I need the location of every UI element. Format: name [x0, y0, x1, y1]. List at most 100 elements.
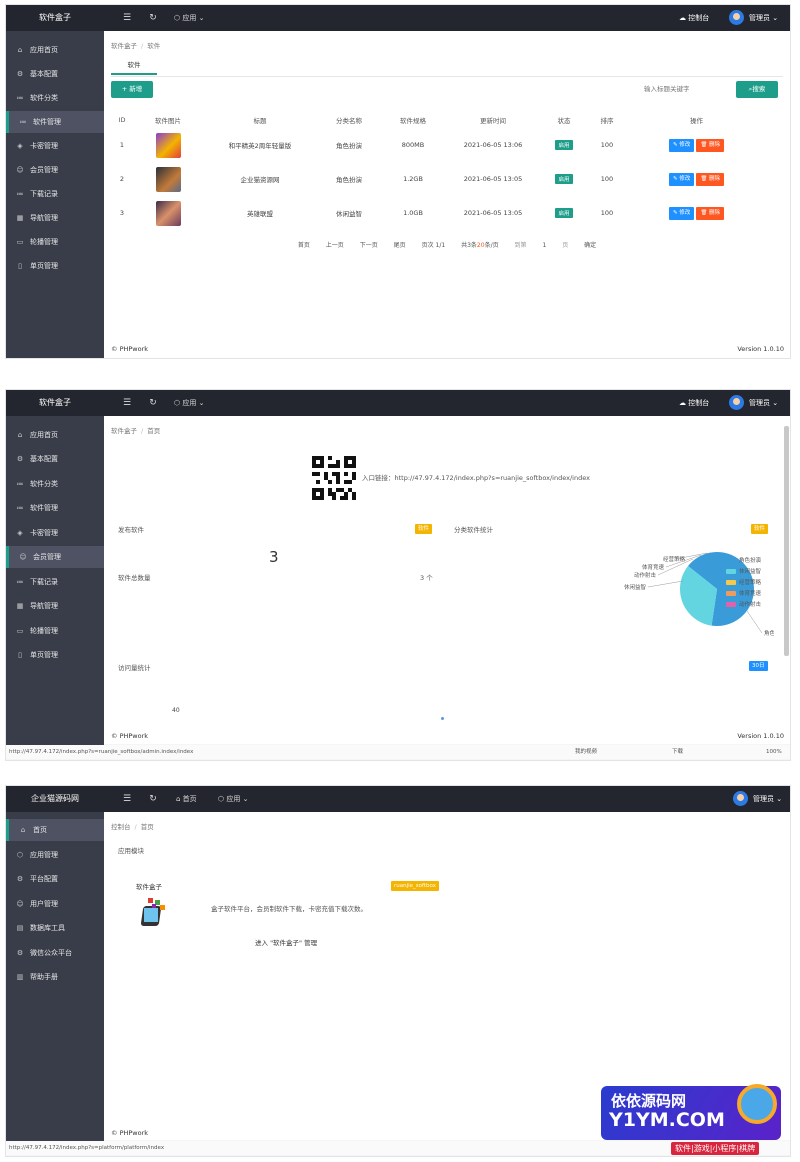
legend-label: 体育竞速: [739, 591, 762, 597]
app-tag-badge: ruanjie_softbox: [391, 881, 439, 891]
entry-link[interactable]: 入口链接：http://47.97.4.172/index.php?s=ruan…: [362, 472, 590, 482]
admin-menu[interactable]: 管理员 ⌄: [753, 786, 782, 812]
sidebar-item-user-manage[interactable]: ☺ 用户管理: [6, 893, 104, 915]
home-icon: ⌂: [176, 795, 183, 803]
enter-app-button[interactable]: 进入 "软件盒子" 管理: [255, 937, 317, 947]
sidebar-item-page[interactable]: ▯ 单页管理: [6, 255, 104, 277]
file-icon: ▯: [18, 651, 22, 659]
refresh-icon[interactable]: ↻: [146, 11, 160, 25]
sidebar-item-app-home[interactable]: ⌂ 应用首页: [6, 424, 104, 446]
zoom-level[interactable]: 100%: [766, 745, 782, 759]
delete-button[interactable]: 🗑 删除: [696, 206, 725, 220]
top-navbar: 软件盒子 ☰ ↻ ⬡ 应用 ⌄ ☁ 控制台 管理员 ⌄: [6, 5, 790, 31]
pie-label: 体育竞速: [642, 563, 665, 571]
sidebar-item-nav[interactable]: ▦ 导航管理: [6, 595, 104, 617]
add-button[interactable]: + 新增: [111, 81, 153, 98]
refresh-icon[interactable]: ↻: [146, 792, 160, 806]
app-menu[interactable]: ⬡ 应用 ⌄: [174, 390, 204, 416]
legend-swatch: [726, 569, 736, 574]
brand-title: 软件盒子: [39, 398, 71, 407]
search-input[interactable]: 输入标题关键字: [640, 81, 728, 98]
legend-label: 角色扮演: [739, 558, 762, 564]
sidebar-item-member[interactable]: ☺ 会员管理: [6, 546, 104, 568]
sidebar-item-app-manage[interactable]: ⬡ 应用管理: [6, 844, 104, 866]
menu-toggle-icon[interactable]: ☰: [120, 396, 134, 410]
avatar[interactable]: [733, 791, 748, 806]
sidebar-item-basic-config[interactable]: ⚙ 基本配置: [6, 63, 104, 85]
page-go-button[interactable]: 确定: [584, 242, 596, 249]
page-next[interactable]: 下一页: [360, 242, 378, 249]
sidebar-item-wechat[interactable]: ⚙ 微信公众平台: [6, 942, 104, 964]
page-last[interactable]: 尾页: [394, 242, 406, 249]
image-icon: ▭: [16, 238, 24, 246]
scrollbar[interactable]: [784, 426, 789, 656]
admin-menu[interactable]: 管理员 ⌄: [749, 5, 778, 31]
top-navbar: 企业猫源码网 ☰ ↻ ⌂ 首页 ⬡ 应用 ⌄ 管理员 ⌄: [6, 786, 790, 812]
home-icon: ⌂: [17, 46, 23, 54]
legend-item[interactable]: 角色扮演: [726, 556, 761, 564]
status-url: http://47.97.4.172/index.php?s=ruanjie_s…: [9, 749, 194, 755]
my-video-button[interactable]: 我的视频: [575, 745, 597, 759]
sidebar-item-carousel[interactable]: ▭ 轮播管理: [6, 231, 104, 253]
status-badge[interactable]: 启用: [555, 140, 573, 150]
delete-button[interactable]: 🗑 删除: [696, 172, 725, 186]
status-badge[interactable]: 启用: [555, 174, 573, 184]
sidebar-item-category[interactable]: ≔ 软件分类: [6, 473, 104, 495]
edit-button[interactable]: ✎ 修改: [668, 138, 695, 152]
sidebar-item-card[interactable]: ◈ 卡密管理: [6, 135, 104, 157]
admin-menu[interactable]: 管理员 ⌄: [749, 390, 778, 416]
app-menu[interactable]: ⬡ 应用 ⌄: [174, 5, 204, 31]
pie-label-line: [746, 610, 763, 634]
sidebar-item-software[interactable]: ≔ 软件管理: [6, 497, 104, 519]
sidebar-item-card[interactable]: ◈ 卡密管理: [6, 522, 104, 544]
sidebar-item-page[interactable]: ▯ 单页管理: [6, 644, 104, 666]
refresh-icon[interactable]: ↻: [146, 396, 160, 410]
console-link[interactable]: ☁ 控制台: [679, 390, 709, 416]
sidebar-item-database[interactable]: ▤ 数据库工具: [6, 917, 104, 939]
app-menu[interactable]: ⬡ 应用 ⌄: [218, 786, 248, 812]
sidebar-item-home[interactable]: ⌂ 首页: [6, 819, 104, 841]
page-first[interactable]: 首页: [298, 242, 310, 249]
sidebar-item-download[interactable]: ≔ 下载记录: [6, 183, 104, 205]
legend-item[interactable]: 体育竞速: [726, 589, 761, 597]
delete-button[interactable]: 🗑 删除: [696, 138, 725, 152]
tab-software[interactable]: 软件: [111, 57, 157, 75]
sidebar-item-nav[interactable]: ▦ 导航管理: [6, 207, 104, 229]
sidebar-item-category[interactable]: ≔ 软件分类: [6, 87, 104, 109]
menu-toggle-icon[interactable]: ☰: [120, 792, 134, 806]
avatar[interactable]: [729, 10, 744, 25]
sidebar-item-download[interactable]: ≔ 下载记录: [6, 571, 104, 593]
console-link[interactable]: ☁ 控制台: [679, 5, 709, 31]
home-link[interactable]: ⌂ 首页: [176, 786, 197, 812]
menu-toggle-icon[interactable]: ☰: [120, 11, 134, 25]
user-icon: ☺: [16, 166, 24, 174]
watermark-logo: 依依源码网 Y1YM.COM 软件|游戏|小程序|棋牌: [595, 1080, 795, 1160]
list-icon: ≔: [19, 118, 27, 126]
sidebar-item-software[interactable]: ≔ 软件管理: [6, 111, 104, 133]
avatar[interactable]: [729, 395, 744, 410]
page-prev[interactable]: 上一页: [326, 242, 344, 249]
sidebar-item-app-home[interactable]: ⌂ 应用首页: [6, 39, 104, 61]
sidebar: ⌂ 应用首页 ⚙ 基本配置 ≔ 软件分类 ≔ 软件管理 ◈ 卡密管理 ☺ 会员管理 ≔ 下载记…: [6, 416, 104, 746]
search-button[interactable]: ⌕搜索: [736, 81, 778, 98]
status-badge[interactable]: 启用: [555, 208, 573, 218]
sidebar: ⌂ 应用首页 ⚙ 基本配置 ≔ 软件分类 ≔ 软件管理 ◈ 卡密管理 ☺ 会员管理 ≔ 下载记…: [6, 31, 104, 358]
sidebar-item-carousel[interactable]: ▭ 轮播管理: [6, 620, 104, 642]
visit-badge: 30日: [749, 661, 768, 671]
download-button[interactable]: 下载: [672, 745, 683, 759]
sidebar-item-platform-config[interactable]: ⚙ 平台配置: [6, 868, 104, 890]
edit-button[interactable]: ✎ 修改: [668, 172, 695, 186]
edit-button[interactable]: ✎ 修改: [668, 206, 695, 220]
publish-badge: 软件: [415, 524, 433, 534]
sidebar-item-member[interactable]: ☺ 会员管理: [6, 159, 104, 181]
legend-item[interactable]: 经营策略: [726, 578, 761, 586]
legend-item[interactable]: 休闲益智: [726, 567, 761, 575]
sidebar-item-basic-config[interactable]: ⚙ 基本配置: [6, 448, 104, 470]
grid-icon: ▦: [16, 602, 24, 610]
sidebar-item-help[interactable]: ▥ 帮助手册: [6, 966, 104, 988]
visit-data-point: [441, 717, 444, 720]
page-jump-input[interactable]: 1: [542, 242, 546, 249]
app-description: 盒子软件平台，会员制软件下载，卡密充值下载次数。: [211, 905, 367, 913]
home-icon: ⌂: [17, 431, 23, 439]
legend-item[interactable]: 动作射击: [726, 600, 761, 608]
